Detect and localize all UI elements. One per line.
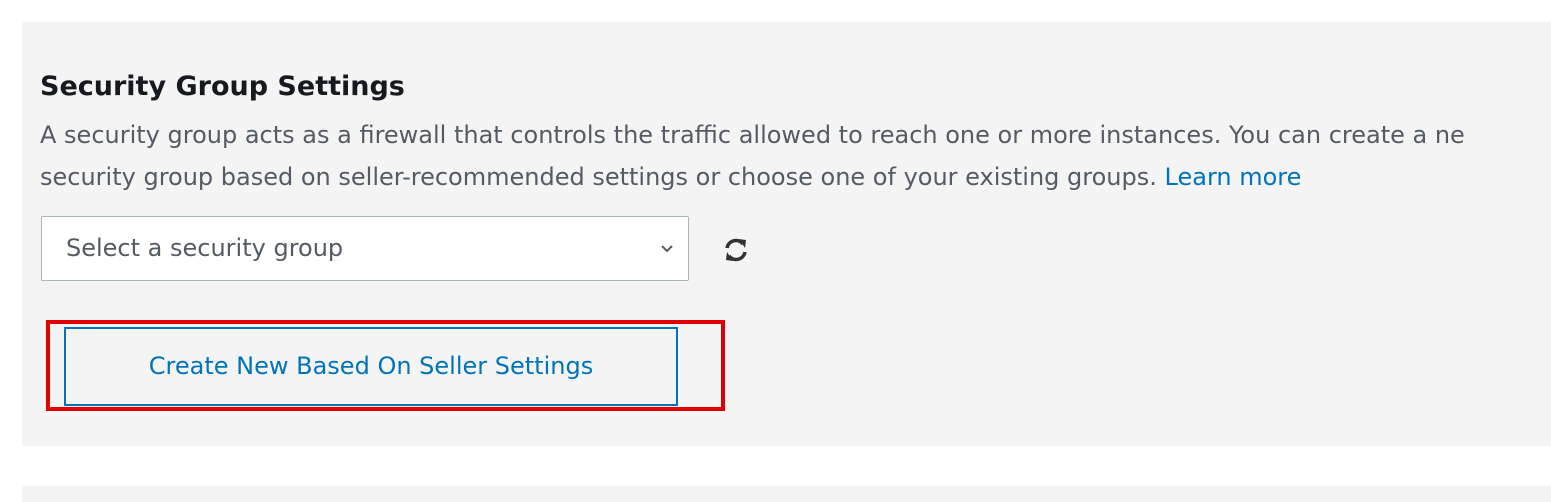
learn-more-link[interactable]: Learn more (1165, 163, 1302, 191)
description-line-2: security group based on seller-recommend… (40, 156, 1551, 198)
chevron-down-icon (661, 245, 673, 253)
next-panel (22, 486, 1551, 502)
security-group-select[interactable]: Select a security group (41, 216, 689, 281)
description-line-1: A security group acts as a firewall that… (40, 121, 1465, 149)
description-line-2-text: security group based on seller-recommend… (40, 163, 1157, 191)
section-title: Security Group Settings (40, 71, 405, 102)
create-new-based-on-seller-settings-button[interactable]: Create New Based On Seller Settings (64, 327, 678, 406)
refresh-icon[interactable] (722, 236, 750, 264)
section-description: A security group acts as a firewall that… (40, 114, 1551, 198)
security-group-select-value: Select a security group (66, 234, 344, 262)
